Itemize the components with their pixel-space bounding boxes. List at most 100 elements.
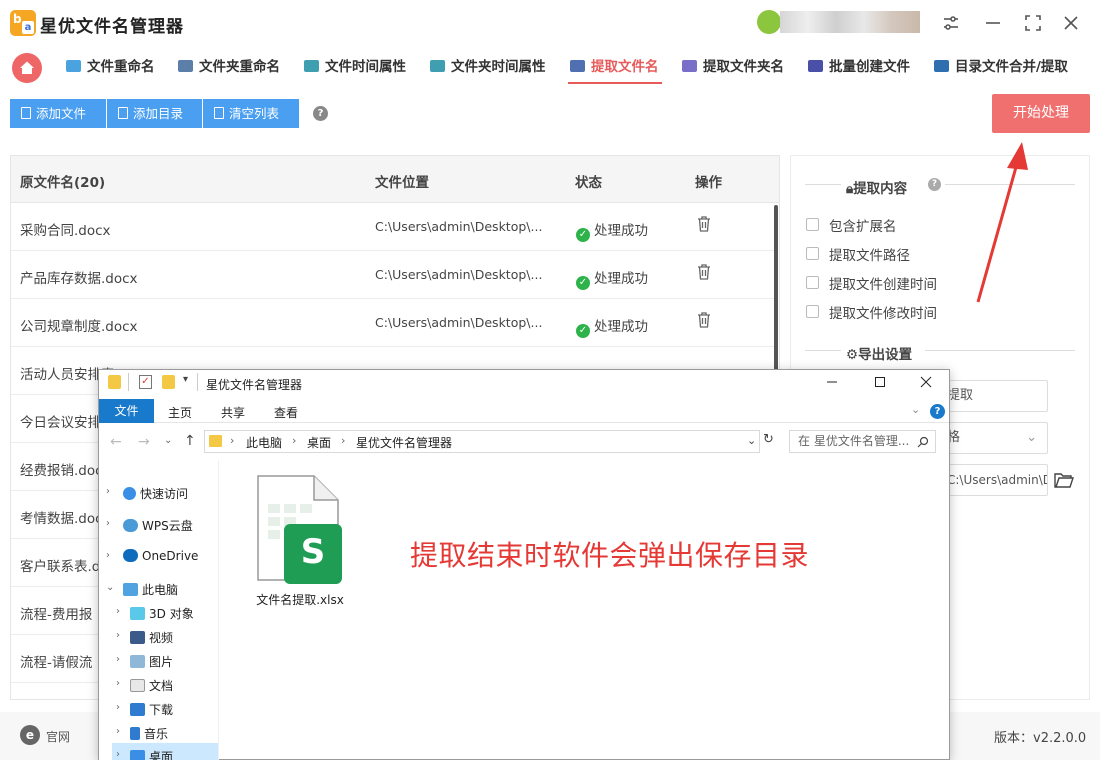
include-extension-checkbox[interactable] <box>806 218 819 231</box>
row-filename: 产品库存数据.docx <box>20 271 138 287</box>
add-directory-button[interactable]: 添加目录 <box>107 99 202 128</box>
collapse-chevron-icon[interactable]: ⌄ <box>106 582 114 593</box>
tab-file-rename[interactable]: 文件重命名 <box>66 56 155 78</box>
row-filename: 客户联系表.d <box>20 559 101 575</box>
home-button[interactable] <box>12 53 42 83</box>
extract-created-time-label: 提取文件创建时间 <box>829 277 937 293</box>
up-icon[interactable]: ↑ <box>184 433 196 449</box>
nav-downloads[interactable]: 下载 <box>130 701 173 718</box>
minimize-icon[interactable] <box>982 12 1004 34</box>
export-mode-select[interactable]: 提取 <box>940 380 1048 412</box>
close-icon[interactable] <box>1060 12 1082 34</box>
nav-onedrive[interactable]: OneDrive <box>123 549 198 563</box>
maximize-icon[interactable] <box>874 376 886 388</box>
extract-modified-time-checkbox[interactable] <box>806 305 819 318</box>
tab-file-time[interactable]: 文件时间属性 <box>304 56 406 78</box>
expand-chevron-icon[interactable]: › <box>116 630 120 641</box>
nav-quick-access[interactable]: 快速访问 <box>123 485 188 502</box>
divider <box>128 373 129 391</box>
nav-pictures[interactable]: 图片 <box>130 653 173 670</box>
back-icon[interactable]: ← <box>110 434 122 450</box>
nav-this-pc[interactable]: 此电脑 <box>123 581 178 598</box>
expand-chevron-icon[interactable]: › <box>106 550 110 561</box>
cube-icon <box>130 607 145 620</box>
extract-modified-time-label: 提取文件修改时间 <box>829 306 937 322</box>
help-icon[interactable]: ? <box>313 106 328 121</box>
help-icon[interactable]: ? <box>928 178 941 191</box>
home-icon <box>20 61 34 74</box>
new-folder-icon[interactable] <box>162 375 175 389</box>
expand-chevron-icon[interactable]: › <box>116 606 120 617</box>
export-format-select[interactable]: 格 ⌄ <box>940 422 1048 454</box>
extract-created-time-checkbox[interactable] <box>806 276 819 289</box>
close-icon[interactable] <box>920 376 932 388</box>
export-path-input[interactable]: C:\Users\admin\Des <box>940 464 1048 496</box>
music-icon <box>130 727 140 740</box>
chevron-down-icon[interactable]: ⌄ <box>747 434 756 447</box>
quick-access-dropdown-icon[interactable]: ▾ <box>183 374 188 385</box>
row-location: C:\Users\admin\Desktop\... <box>375 219 543 234</box>
minimize-icon[interactable] <box>826 376 838 388</box>
tab-batch-create[interactable]: 批量创建文件 <box>808 56 910 78</box>
folder-icon <box>209 435 222 447</box>
delete-icon[interactable] <box>697 312 711 328</box>
user-avatar[interactable] <box>757 10 781 34</box>
maximize-icon[interactable] <box>1022 12 1044 34</box>
desktop-icon <box>130 750 145 760</box>
row-filename: 经费报销.doc <box>20 463 103 479</box>
ribbon-expand-icon[interactable]: ⌄ <box>911 403 920 416</box>
delete-icon[interactable] <box>697 264 711 280</box>
properties-icon[interactable]: ✓ <box>139 375 152 389</box>
expand-chevron-icon[interactable]: › <box>116 678 120 689</box>
expand-chevron-icon[interactable]: › <box>116 726 120 737</box>
tab-extract-foldername[interactable]: 提取文件夹名 <box>682 56 784 78</box>
ribbon-tab-file[interactable]: 文件 <box>99 399 154 423</box>
nav-documents[interactable]: 文档 <box>130 677 173 694</box>
breadcrumb-folder[interactable]: 星优文件名管理器 <box>356 434 452 451</box>
breadcrumb-this-pc[interactable]: 此电脑 <box>246 434 282 451</box>
expand-chevron-icon[interactable]: › <box>116 749 120 760</box>
col-header-location: 文件位置 <box>375 175 429 191</box>
settings-icon[interactable] <box>940 12 962 34</box>
chevron-down-icon: ⌄ <box>1026 430 1037 445</box>
expand-chevron-icon[interactable]: › <box>116 702 120 713</box>
expand-chevron-icon[interactable]: › <box>106 486 110 497</box>
delete-icon[interactable] <box>697 216 711 232</box>
start-process-button[interactable]: 开始处理 <box>992 94 1090 133</box>
address-bar[interactable] <box>204 430 760 453</box>
refresh-icon[interactable]: ↻ <box>763 432 774 447</box>
nav-desktop[interactable]: 桌面 <box>130 748 173 760</box>
ribbon-tab-share[interactable]: 共享 <box>221 404 245 421</box>
website-link[interactable]: 官网 <box>46 728 70 745</box>
batch-create-icon <box>808 60 823 72</box>
extract-foldername-icon <box>682 60 697 72</box>
help-icon[interactable]: ? <box>930 404 945 419</box>
nav-3d-objects[interactable]: 3D 对象 <box>130 605 194 622</box>
picture-icon <box>130 655 145 668</box>
tab-extract-filename[interactable]: 提取文件名 <box>570 56 659 78</box>
folder-open-icon[interactable] <box>1054 471 1074 489</box>
tab-folder-rename[interactable]: 文件夹重命名 <box>178 56 280 78</box>
row-status: ✓ 处理成功 <box>576 267 648 290</box>
ribbon-tab-home[interactable]: 主页 <box>168 404 192 421</box>
ribbon-tab-view[interactable]: 查看 <box>274 404 298 421</box>
nav-music[interactable]: 音乐 <box>130 725 168 742</box>
extract-path-checkbox[interactable] <box>806 247 819 260</box>
clear-list-button[interactable]: 清空列表 <box>203 99 299 128</box>
website-icon[interactable]: e <box>20 725 40 745</box>
tab-merge-extract[interactable]: 目录文件合并/提取 <box>934 56 1068 78</box>
breadcrumb-desktop[interactable]: 桌面 <box>307 434 331 451</box>
nav-videos[interactable]: 视频 <box>130 629 173 646</box>
row-status: ✓ 处理成功 <box>576 315 648 338</box>
nav-wps-cloud[interactable]: WPS云盘 <box>123 517 193 534</box>
tab-folder-time[interactable]: 文件夹时间属性 <box>430 56 546 78</box>
search-input[interactable]: 在 星优文件名管理... <box>789 430 936 453</box>
expand-chevron-icon[interactable]: › <box>116 654 120 665</box>
add-file-button[interactable]: 添加文件 <box>10 99 106 128</box>
forward-icon[interactable]: → <box>138 434 150 450</box>
expand-chevron-icon[interactable]: › <box>106 518 110 529</box>
row-filename: 考情数据.doc <box>20 511 103 527</box>
recent-locations-icon[interactable]: ⌄ <box>164 435 172 446</box>
col-header-name[interactable]: 原文件名(20) <box>20 171 105 191</box>
divider <box>805 184 841 185</box>
